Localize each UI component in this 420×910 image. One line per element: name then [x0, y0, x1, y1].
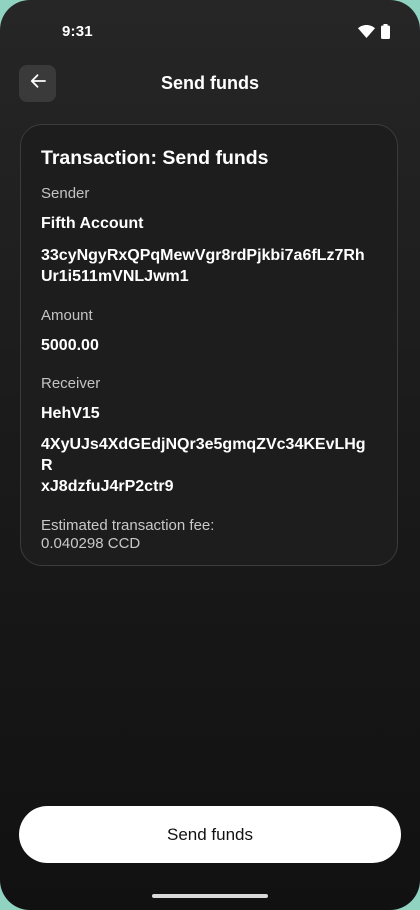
- receiver-name: HehV15: [41, 405, 100, 422]
- fee-value: 0.040298 CCD: [41, 535, 141, 552]
- fee-label: Estimated transaction fee:: [41, 517, 215, 534]
- sender-address: 33cyNgyRxQPqMewVgr8rdPjkbi7a6fLz7Rh Ur1i…: [41, 245, 377, 287]
- fee-section: Estimated transaction fee: 0.040298 CCD: [41, 517, 377, 553]
- battery-icon: [381, 24, 390, 44]
- card-title: Transaction: Send funds: [41, 147, 269, 169]
- sender-name: Fifth Account: [41, 215, 144, 232]
- transaction-card: Transaction: Send funds Sender Fifth Acc…: [20, 124, 398, 566]
- amount-label: Amount: [41, 307, 93, 324]
- status-time: 9:31: [62, 23, 93, 40]
- receiver-address-line2: xJ8dzfuJ4rP2ctr9: [41, 478, 174, 495]
- wifi-icon: [358, 25, 375, 43]
- app-header: Send funds: [0, 62, 420, 106]
- sender-address-line2: Ur1i511mVNLJwm1: [41, 268, 189, 285]
- receiver-address: 4XyUJs4XdGEdjNQr3e5gmqZVc34KEvLHgR xJ8dz…: [41, 434, 377, 497]
- page-title: Send funds: [161, 73, 259, 93]
- receiver-label: Receiver: [41, 375, 101, 392]
- phone-screen: 9:31 Send funds Transaction: Send funds …: [0, 0, 420, 910]
- home-indicator[interactable]: [152, 894, 268, 898]
- status-icons: [358, 24, 390, 44]
- amount-value: 5000.00: [41, 337, 99, 354]
- receiver-address-line1: 4XyUJs4XdGEdjNQr3e5gmqZVc34KEvLHgR: [41, 436, 366, 474]
- sender-label: Sender: [41, 185, 90, 202]
- status-bar: 9:31: [0, 0, 420, 62]
- send-funds-button[interactable]: Send funds: [19, 806, 401, 863]
- sender-address-line1: 33cyNgyRxQPqMewVgr8rdPjkbi7a6fLz7Rh: [41, 247, 365, 264]
